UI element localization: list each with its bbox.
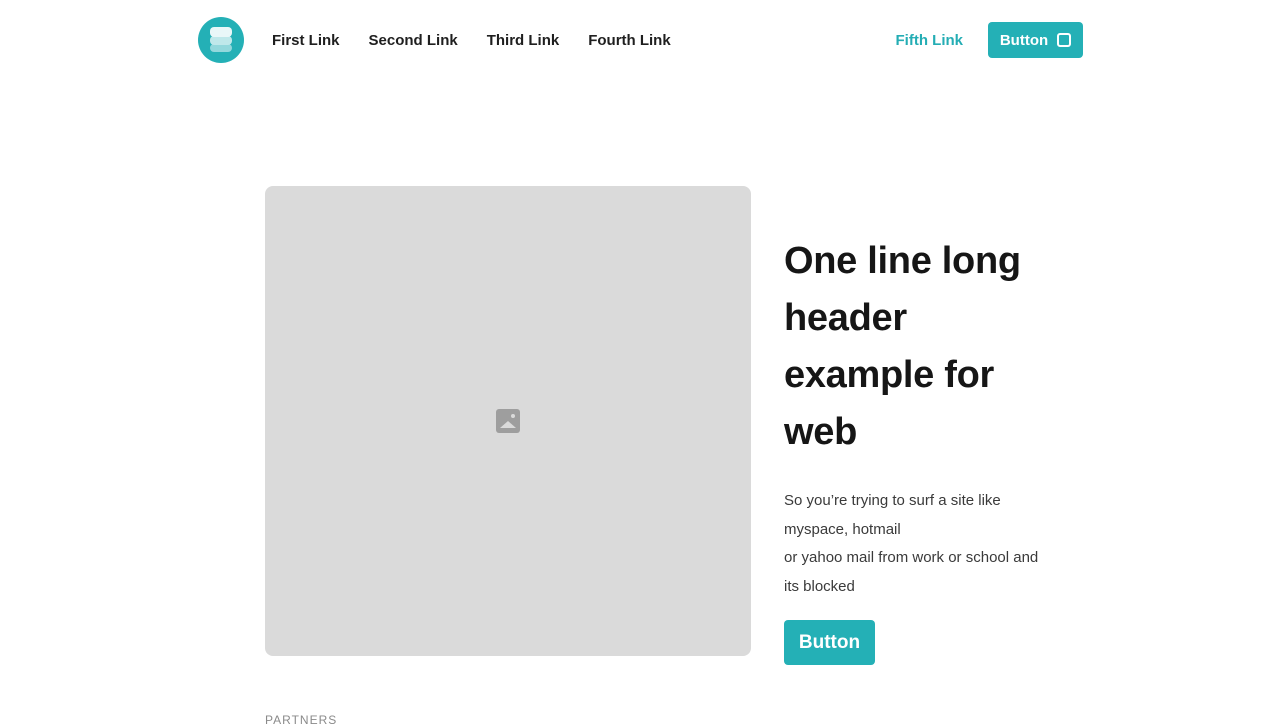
page: First Link Second Link Third Link Fourth… (0, 0, 1280, 728)
hero-title: One line long header example for web (784, 240, 1021, 453)
main-nav: First Link Second Link Third Link Fourth… (272, 32, 700, 49)
header-button-label: Button (999, 31, 1049, 49)
nav-link-second[interactable]: Second Link (369, 32, 458, 49)
rounded-square-icon (1057, 33, 1072, 47)
logo-layer (210, 44, 232, 52)
hero-button[interactable]: Button (784, 620, 875, 665)
hero-image-placeholder (265, 186, 751, 656)
nav-link-third[interactable]: Third Link (487, 32, 560, 49)
top-navbar: First Link Second Link Third Link Fourth… (198, 17, 1083, 63)
nav-link-first[interactable]: First Link (272, 32, 340, 49)
partners-label: PARTNERS (265, 713, 338, 727)
hero-text: One line long header example for web So … (784, 233, 1044, 601)
logo-icon[interactable] (198, 17, 244, 63)
logo-layer (210, 36, 232, 45)
header-button[interactable]: Button (988, 22, 1083, 58)
nav-link-fifth[interactable]: Fifth Link (896, 32, 964, 49)
hero-body: So you’re trying to surf a site like mys… (784, 492, 1039, 595)
image-placeholder-icon (496, 409, 520, 433)
logo-layer (210, 27, 232, 37)
image-icon-mountain (500, 421, 516, 428)
nav-right: Fifth Link Button (896, 22, 1083, 58)
image-icon-sun (511, 414, 515, 418)
nav-link-fourth[interactable]: Fourth Link (588, 32, 671, 49)
